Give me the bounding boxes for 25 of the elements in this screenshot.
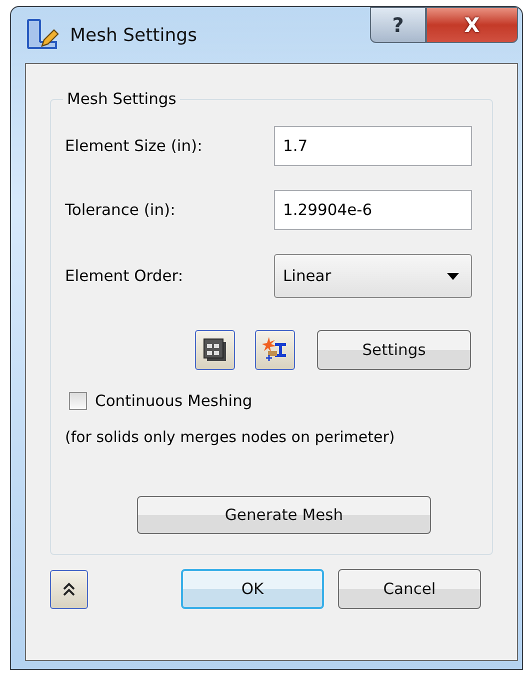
input-field[interactable]: 1.29904e-6: [274, 190, 472, 230]
dropdown[interactable]: Linear: [274, 254, 472, 298]
mesh-pencil-icon: [26, 18, 60, 52]
checkbox[interactable]: [69, 392, 87, 410]
expand-button[interactable]: [50, 570, 88, 608]
input-field[interactable]: 1.7: [274, 126, 472, 166]
group-title: Mesh Settings: [66, 90, 178, 108]
double-chevron-up-icon: [62, 581, 76, 597]
settings-button[interactable]: Settings: [317, 330, 471, 370]
window-title: Mesh Settings: [70, 24, 197, 46]
close-button[interactable]: X: [426, 7, 518, 43]
spark-beam-button[interactable]: [255, 330, 295, 370]
checkbox-label: Continuous Meshing: [95, 392, 252, 410]
field-label: Tolerance (in):: [65, 201, 176, 219]
dialog-button[interactable]: Cancel: [338, 569, 481, 609]
note-text: (for solids only merges nodes on perimeter): [65, 428, 396, 446]
field-label: Element Order:: [65, 267, 184, 285]
dialog-button[interactable]: OK: [181, 569, 324, 609]
field-label: Element Size (in):: [65, 137, 202, 155]
dropdown-arrow-icon: [447, 272, 459, 280]
grid-icon: [202, 337, 228, 363]
spark-beam-icon: [261, 336, 289, 364]
generate-mesh-button[interactable]: Generate Mesh: [137, 496, 431, 534]
grid-button[interactable]: [195, 330, 235, 370]
help-button[interactable]: ?: [370, 7, 426, 43]
